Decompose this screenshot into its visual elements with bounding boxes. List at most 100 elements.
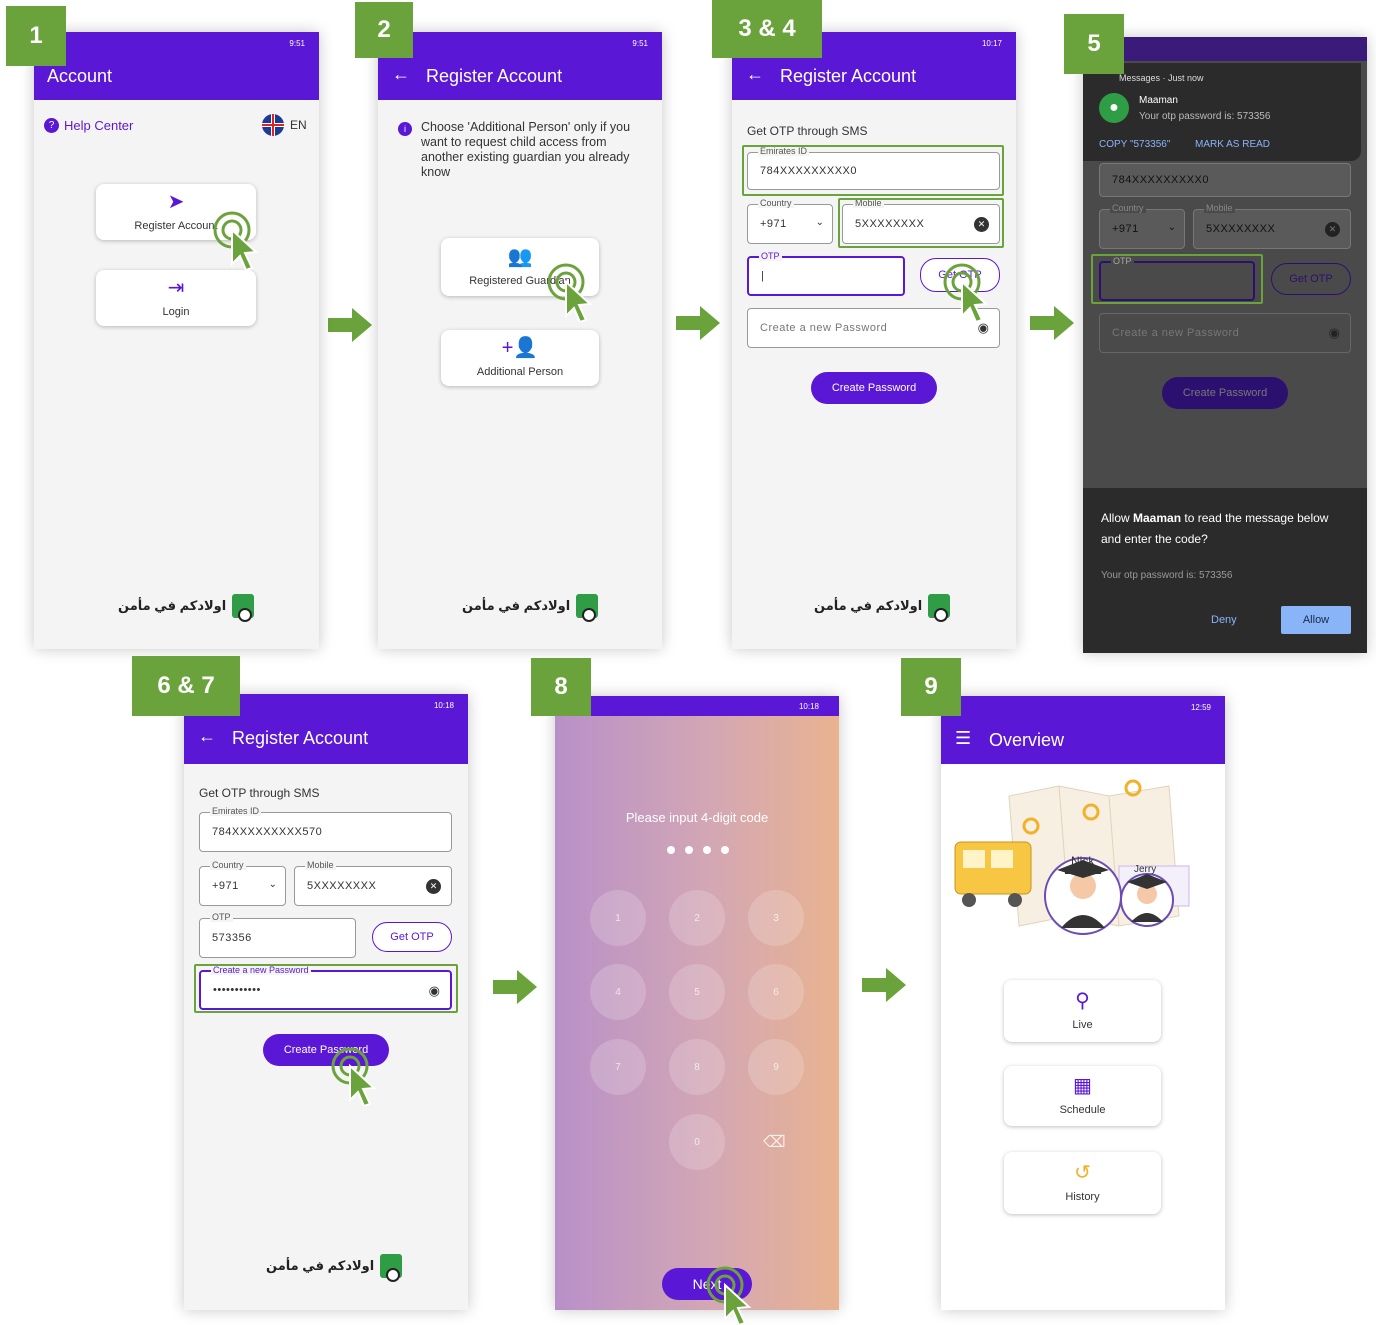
click-cursor-icon — [943, 263, 989, 322]
step-badge-2: 2 — [355, 2, 413, 58]
screen-get-otp: 10:17 ← Register Account Get OTP through… — [732, 32, 1016, 649]
add-person-icon: +👤 — [501, 337, 539, 359]
keypad-key-4[interactable]: 4 — [590, 964, 646, 1020]
consent-text: Allow Maaman to read the message below a… — [1101, 511, 1329, 546]
screen-sms-consent: Messages · Just now ● Maaman Your otp pa… — [1083, 37, 1367, 653]
backspace-icon[interactable]: ⌫ — [763, 1132, 786, 1152]
notification-message: Your otp password is: 573356 — [1139, 111, 1271, 122]
app-bar: 9:51 ← Register Account — [378, 32, 662, 100]
deny-button[interactable]: Deny — [1211, 614, 1237, 626]
screen-account: 9:51 Account ? Help Center EN ➤ Register… — [34, 32, 319, 649]
emirates-id-field[interactable]: 784XXXXXXXXX0 — [1099, 163, 1351, 197]
page-title: Register Account — [232, 728, 369, 748]
page-title: Overview — [989, 730, 1065, 750]
flow-arrow-icon — [328, 308, 372, 342]
live-button[interactable]: ⚲ Live — [1004, 980, 1161, 1042]
keypad-key-0[interactable]: 0 — [669, 1114, 725, 1170]
keypad-key-7[interactable]: 7 — [590, 1039, 646, 1095]
login-button[interactable]: ⇥ Login — [96, 270, 256, 326]
live-label: Live — [1072, 1019, 1093, 1031]
location-pin-icon: ⚲ — [1075, 990, 1090, 1012]
get-otp-button[interactable]: Get OTP — [372, 922, 452, 952]
register-account-label: Register Account — [134, 220, 218, 232]
language-switch[interactable]: EN — [262, 114, 307, 136]
app-logo: اولادكم في مأمن — [462, 594, 599, 622]
mobile-field[interactable]: Mobile 5XXXXXXXX ✕ — [1193, 203, 1351, 249]
flow-arrow-icon — [676, 306, 720, 340]
password-field[interactable]: Create a new Password ◉ — [1099, 313, 1351, 353]
schedule-label: Schedule — [1059, 1104, 1106, 1116]
clear-icon[interactable]: ✕ — [1325, 222, 1340, 237]
keypad-key-9[interactable]: 9 — [748, 1039, 804, 1095]
login-icon: ⇥ — [167, 277, 185, 299]
consent-message: Your otp password is: 573356 — [1101, 570, 1233, 581]
get-otp-button[interactable]: Get OTP — [1271, 263, 1351, 295]
flow-arrow-icon — [862, 968, 906, 1002]
highlight-emirates-id — [742, 145, 1004, 196]
menu-icon[interactable]: ☰ — [955, 728, 971, 749]
keypad-key-2[interactable]: 2 — [669, 890, 725, 946]
status-time: 12:59 — [1190, 702, 1211, 712]
back-arrow-icon[interactable]: ← — [198, 726, 216, 747]
allow-button[interactable]: Allow — [1281, 606, 1351, 634]
screen-overview: 12:59 ☰ Overview Nick Jerry ⚲ Live ▦ Sch… — [941, 696, 1225, 1310]
history-button[interactable]: ↺ History — [1004, 1152, 1161, 1214]
country-select[interactable]: Country +971 ⌄ — [1099, 203, 1185, 249]
calendar-icon: ▦ — [1073, 1075, 1092, 1097]
highlight-password — [194, 964, 458, 1013]
language-label: EN — [290, 118, 307, 132]
eye-icon[interactable]: ◉ — [1329, 325, 1340, 341]
app-logo: اولادكم في مأمن — [118, 594, 255, 622]
page-title: Register Account — [426, 66, 563, 86]
otp-heading: Get OTP through SMS — [747, 124, 868, 138]
clear-icon[interactable]: ✕ — [426, 879, 441, 894]
additional-person-button[interactable]: +👤 Additional Person — [441, 330, 599, 386]
keypad-key-5[interactable]: 5 — [669, 964, 725, 1020]
eye-icon[interactable]: ◉ — [978, 320, 989, 336]
app-bar: 12:59 ☰ Overview — [941, 696, 1225, 764]
click-cursor-icon — [213, 211, 259, 270]
send-icon: ➤ — [167, 191, 185, 213]
app-logo: اولادكم في مأمن — [266, 1254, 403, 1282]
schedule-button[interactable]: ▦ Schedule — [1004, 1066, 1161, 1126]
back-arrow-icon[interactable]: ← — [746, 64, 764, 85]
notification-sender: Maaman — [1139, 95, 1178, 106]
info-icon: i — [398, 122, 412, 136]
info-text: Choose 'Additional Person' only if you w… — [421, 120, 631, 179]
otp-field[interactable]: OTP | — [747, 251, 905, 296]
step-badge-5: 5 — [1064, 14, 1124, 74]
uk-flag-icon — [262, 114, 284, 136]
help-center-label: Help Center — [64, 118, 134, 133]
app-logo: اولادكم في مأمن — [814, 594, 951, 622]
keypad-key-6[interactable]: 6 — [748, 964, 804, 1020]
sms-notification[interactable]: Messages · Just now ● Maaman Your otp pa… — [1083, 63, 1361, 161]
emirates-id-field[interactable]: Emirates ID 784XXXXXXXXX570 — [199, 806, 452, 852]
keypad-key-8[interactable]: 8 — [669, 1039, 725, 1095]
country-select[interactable]: Country +971 ⌄ — [199, 860, 286, 906]
highlight-otp — [1091, 254, 1263, 304]
otp-field[interactable]: OTP 573356 — [199, 912, 356, 958]
mark-as-read-button[interactable]: MARK AS READ — [1195, 139, 1270, 150]
country-select[interactable]: Country +971 ⌄ — [747, 198, 833, 244]
back-arrow-icon[interactable]: ← — [392, 64, 410, 85]
chevron-down-icon: ⌄ — [815, 217, 824, 228]
keypad-key-3[interactable]: 3 — [748, 890, 804, 946]
contact-avatar-icon: ● — [1099, 93, 1129, 123]
page-title: Register Account — [780, 66, 917, 86]
mobile-field[interactable]: Mobile 5XXXXXXXX ✕ — [294, 860, 452, 906]
create-password-button[interactable]: Create Password — [1162, 377, 1288, 409]
group-icon: 👥 — [507, 246, 533, 268]
click-cursor-icon — [706, 1266, 752, 1325]
screen-pin-code: 10:18 Please input 4-digit code 1 2 3 4 … — [555, 696, 839, 1310]
highlight-mobile — [838, 198, 1004, 248]
create-password-button[interactable]: Create Password — [811, 372, 937, 404]
history-icon: ↺ — [1074, 1162, 1091, 1184]
help-center-link[interactable]: ? Help Center — [44, 118, 133, 133]
keypad-key-1[interactable]: 1 — [590, 890, 646, 946]
notification-time: Just now — [1168, 73, 1204, 83]
click-cursor-icon — [331, 1047, 377, 1106]
flow-arrow-icon — [1030, 306, 1074, 340]
copy-code-button[interactable]: COPY "573356" — [1099, 139, 1170, 150]
step-badge-6-7: 6 & 7 — [132, 656, 240, 716]
status-time: 9:51 — [289, 38, 305, 48]
